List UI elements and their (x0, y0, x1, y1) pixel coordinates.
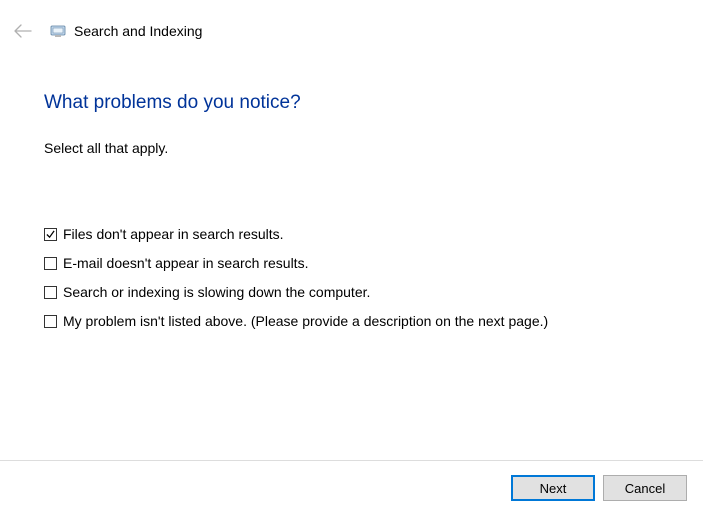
checkbox-icon[interactable] (44, 228, 57, 241)
title-row: Search and Indexing (50, 23, 202, 39)
content-area: What problems do you notice? Select all … (0, 42, 703, 329)
cancel-button[interactable]: Cancel (603, 475, 687, 501)
footer-divider (0, 460, 703, 461)
option-label: Files don't appear in search results. (63, 226, 284, 242)
window-title: Search and Indexing (74, 23, 202, 39)
troubleshooter-icon (50, 23, 66, 39)
footer-buttons: Next Cancel (511, 475, 687, 501)
page-heading: What problems do you notice? (44, 92, 659, 114)
option-not-listed[interactable]: My problem isn't listed above. (Please p… (44, 313, 659, 329)
option-label: My problem isn't listed above. (Please p… (63, 313, 548, 329)
page-subtitle: Select all that apply. (44, 140, 659, 156)
checkbox-icon[interactable] (44, 257, 57, 270)
checkbox-icon[interactable] (44, 286, 57, 299)
header: Search and Indexing (0, 0, 703, 42)
option-label: E-mail doesn't appear in search results. (63, 255, 308, 271)
options-list: Files don't appear in search results. E-… (44, 226, 659, 329)
next-button[interactable]: Next (511, 475, 595, 501)
option-email-missing[interactable]: E-mail doesn't appear in search results. (44, 255, 659, 271)
option-slowing-down[interactable]: Search or indexing is slowing down the c… (44, 284, 659, 300)
checkbox-icon[interactable] (44, 315, 57, 328)
option-label: Search or indexing is slowing down the c… (63, 284, 370, 300)
option-files-missing[interactable]: Files don't appear in search results. (44, 226, 659, 242)
back-arrow-icon (10, 20, 36, 42)
